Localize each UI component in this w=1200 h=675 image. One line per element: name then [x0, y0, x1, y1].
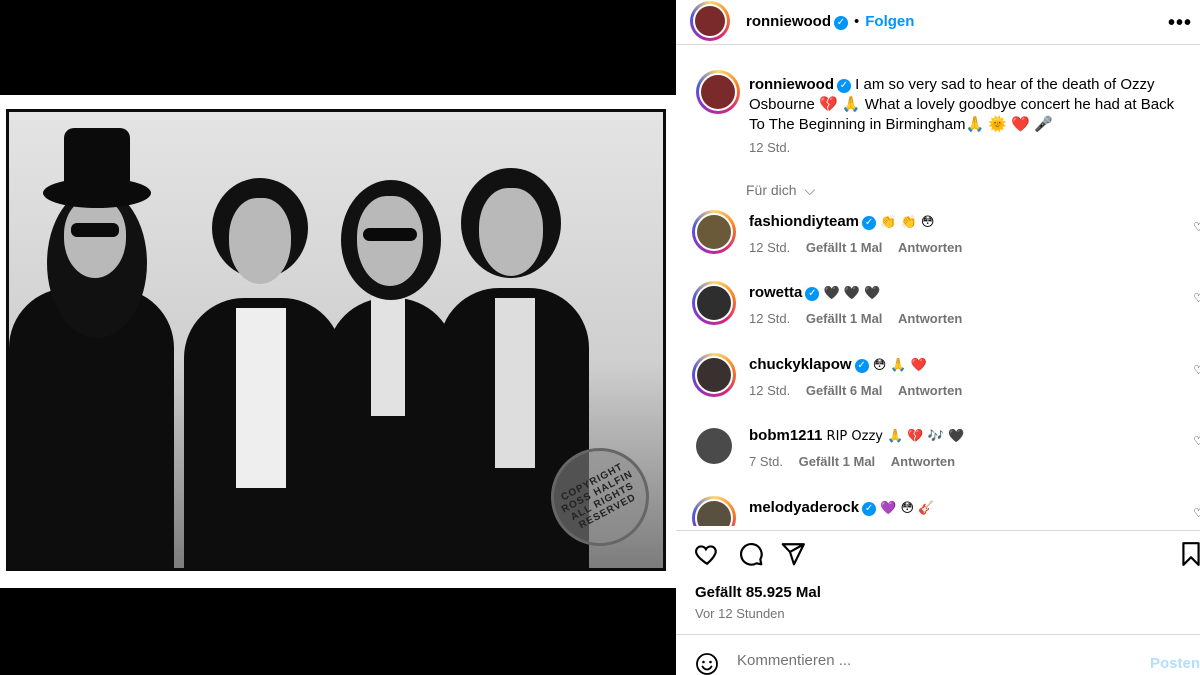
for-you-toggle[interactable]: Für dich ⌵: [746, 182, 815, 199]
author-username[interactable]: ronniewood: [746, 13, 831, 30]
comment-username[interactable]: melodyaderock: [749, 499, 859, 516]
comment-likes[interactable]: Gefällt 1 Mal: [799, 454, 876, 469]
comment-item: chuckyklapow ✓ 😳 🙏 ❤️ 12 Std. Gefällt 6 M…: [692, 353, 1200, 413]
comment-avatar[interactable]: [692, 281, 736, 325]
comment-username[interactable]: fashiondiyteam: [749, 213, 859, 230]
photo-person-2: [184, 158, 344, 568]
caption-timestamp: 12 Std.: [749, 140, 791, 155]
comment-item: fashiondiyteam ✓ 👏 👏 😳 12 Std. Gefällt 1 …: [692, 210, 1200, 270]
reply-button[interactable]: Antworten: [898, 311, 962, 326]
comment-avatar[interactable]: [696, 428, 732, 464]
post-media[interactable]: COPYRIGHT ROSS HALFIN ALL RIGHTS RESERVE…: [0, 0, 676, 675]
comment-text-line: fashiondiyteam ✓ 👏 👏 😳: [749, 213, 934, 230]
comment-text-line: bobm1211 RIP Ozzy 🙏 💔 🎶 🖤: [749, 427, 964, 444]
share-paper-plane-icon[interactable]: [780, 541, 806, 567]
likes-count[interactable]: Gefällt 85.925 Mal: [695, 584, 821, 601]
comment-item: rowetta ✓ 🖤 🖤 🖤 12 Std. Gefällt 1 Mal Ant…: [692, 281, 1200, 341]
comment-body: 🖤 🖤 🖤: [823, 286, 881, 301]
comment-likes[interactable]: Gefällt 1 Mal: [806, 311, 883, 326]
comment-composer: Posten: [676, 634, 1200, 675]
photo-image: COPYRIGHT ROSS HALFIN ALL RIGHTS RESERVE…: [6, 109, 666, 571]
post-comment-button[interactable]: Posten: [1150, 655, 1200, 672]
save-bookmark-icon[interactable]: [1178, 541, 1200, 567]
post-photo[interactable]: COPYRIGHT ROSS HALFIN ALL RIGHTS RESERVE…: [0, 95, 676, 588]
emoji-picker-icon[interactable]: [695, 652, 719, 675]
like-comment-icon[interactable]: ♡: [1193, 291, 1200, 305]
comment-time: 12 Std.: [749, 240, 791, 255]
like-heart-icon[interactable]: [694, 541, 720, 567]
comment-bubble-icon[interactable]: [738, 541, 764, 567]
comment-username[interactable]: rowetta: [749, 284, 802, 301]
caption-username[interactable]: ronniewood: [749, 76, 834, 93]
photo-person-1: [9, 118, 179, 568]
reply-button[interactable]: Antworten: [891, 454, 955, 469]
reply-button[interactable]: Antworten: [898, 240, 962, 255]
comment-avatar[interactable]: [692, 496, 736, 526]
follow-button[interactable]: Folgen: [865, 13, 914, 30]
comment-body: RIP Ozzy 🙏 💔 🎶 🖤: [826, 429, 965, 444]
for-you-label: Für dich: [746, 182, 797, 198]
like-comment-icon[interactable]: ♡: [1193, 434, 1200, 448]
like-comment-icon[interactable]: ♡: [1193, 506, 1200, 520]
chevron-down-icon: ⌵: [804, 182, 816, 198]
post-detail-panel: ronniewood ✓ • Folgen ••• ronniewood ✓ I am …: [676, 0, 1200, 675]
action-bar: [676, 530, 1200, 574]
header-author: ronniewood ✓ • Folgen: [746, 13, 914, 31]
comment-meta: 12 Std. Gefällt 1 Mal Antworten: [749, 240, 974, 255]
comment-username[interactable]: bobm1211: [749, 427, 822, 444]
comment-input[interactable]: [737, 652, 1137, 669]
comment-time: 12 Std.: [749, 311, 791, 326]
comment-time: 7 Std.: [749, 454, 783, 469]
verified-badge-icon: ✓: [854, 359, 869, 373]
comment-meta: 12 Std. Gefällt 1 Mal Antworten: [749, 311, 974, 326]
photo-person-3: [327, 168, 457, 568]
comment-likes[interactable]: Gefällt 6 Mal: [806, 383, 883, 398]
comment-item: melodyaderock ✓ 💜 😳 🎸 ♡: [692, 496, 1200, 526]
comment-body: 😳 🙏 ❤️: [872, 358, 927, 373]
caption-avatar[interactable]: [696, 70, 740, 114]
like-comment-icon[interactable]: ♡: [1193, 363, 1200, 377]
reply-button[interactable]: Antworten: [898, 383, 962, 398]
comment-meta: 7 Std. Gefällt 1 Mal Antworten: [749, 454, 967, 469]
comment-text-line: rowetta ✓ 🖤 🖤 🖤: [749, 284, 880, 301]
separator-dot: •: [854, 13, 860, 30]
verified-badge-icon: ✓: [862, 216, 877, 230]
like-comment-icon[interactable]: ♡: [1193, 220, 1200, 234]
comment-meta: 12 Std. Gefällt 6 Mal Antworten: [749, 383, 974, 398]
verified-badge-icon: ✓: [805, 287, 820, 301]
author-avatar[interactable]: [690, 1, 730, 41]
more-options-icon[interactable]: •••: [1168, 12, 1192, 35]
post-header: ronniewood ✓ • Folgen •••: [676, 0, 1200, 45]
verified-badge-icon: ✓: [837, 79, 851, 93]
comment-avatar[interactable]: [692, 353, 736, 397]
verified-badge-icon: ✓: [862, 502, 877, 516]
comment-avatar[interactable]: [692, 210, 736, 254]
comment-body: 👏 👏 😳: [880, 215, 935, 230]
comment-username[interactable]: chuckyklapow: [749, 356, 852, 373]
comment-time: 12 Std.: [749, 383, 791, 398]
post-timestamp[interactable]: Vor 12 Stunden: [695, 606, 785, 621]
caption-text: ronniewood ✓ I am so very sad to hear of …: [749, 75, 1189, 135]
comment-item: bobm1211 RIP Ozzy 🙏 💔 🎶 🖤 7 Std. Gefällt…: [692, 424, 1200, 484]
verified-badge-icon: ✓: [834, 16, 848, 30]
comment-body: 💜 😳 🎸: [880, 501, 935, 516]
comment-likes[interactable]: Gefällt 1 Mal: [806, 240, 883, 255]
comment-text-line: chuckyklapow ✓ 😳 🙏 ❤️: [749, 356, 927, 373]
comment-text-line: melodyaderock ✓ 💜 😳 🎸: [749, 499, 934, 516]
